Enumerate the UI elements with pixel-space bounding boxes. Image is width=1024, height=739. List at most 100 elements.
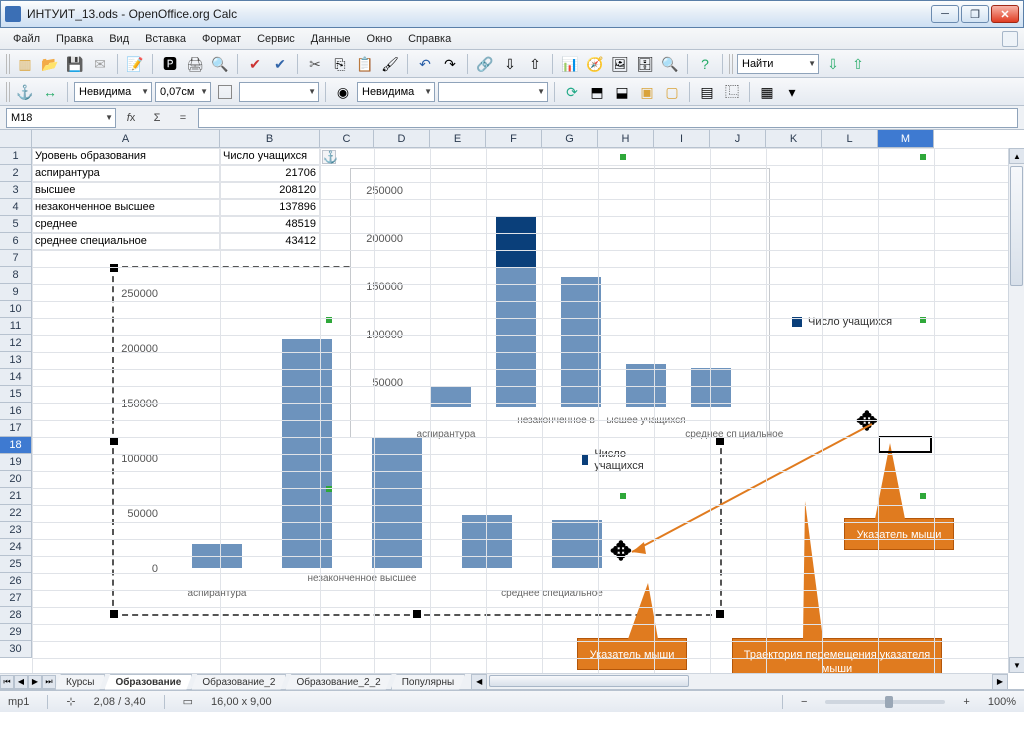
find-prev-button[interactable]: ⇧	[847, 53, 869, 75]
row-header-17[interactable]: 17	[0, 420, 32, 437]
print-preview-button[interactable]: 🔍	[209, 53, 231, 75]
menu-edit[interactable]: Правка	[49, 31, 100, 47]
zoom-in-button[interactable]: +	[963, 696, 969, 708]
cell[interactable]: 48519	[220, 216, 320, 233]
export-pdf-button[interactable]: 🅿	[159, 53, 181, 75]
toolbar-grip[interactable]	[6, 54, 11, 74]
zoom-out-button[interactable]: −	[801, 696, 807, 708]
col-header-E[interactable]: E	[430, 130, 486, 148]
format-paint-button[interactable]: 🖌	[379, 53, 401, 75]
fill-style-combo[interactable]: Невидима▼	[357, 82, 435, 102]
row-header-16[interactable]: 16	[0, 403, 32, 420]
cell[interactable]: Уровень образования	[32, 148, 220, 165]
cell[interactable]: 208120	[220, 182, 320, 199]
sheet-tab[interactable]: Образование_2	[191, 674, 286, 690]
row-header-7[interactable]: 7	[0, 250, 32, 267]
spellcheck-button[interactable]: ✔	[244, 53, 266, 75]
cell[interactable]: аспирантура	[32, 165, 220, 182]
new-button[interactable]: ▥	[14, 53, 36, 75]
hyperlink-button[interactable]: 🔗	[474, 53, 496, 75]
col-header-D[interactable]: D	[374, 130, 430, 148]
vertical-scrollbar[interactable]: ▲ ▼	[1008, 148, 1024, 673]
menu-file[interactable]: Файл	[6, 31, 47, 47]
menu-format[interactable]: Формат	[195, 31, 248, 47]
cell[interactable]: 43412	[220, 233, 320, 250]
find-combo[interactable]: Найти▼	[737, 54, 819, 74]
tab-next-button[interactable]: ▶	[28, 675, 42, 689]
row-header-3[interactable]: 3	[0, 182, 32, 199]
menu-window[interactable]: Окно	[360, 31, 400, 47]
hscroll-thumb[interactable]	[489, 675, 689, 687]
equals-button[interactable]: =	[172, 108, 194, 128]
edit-doc-button[interactable]: 📝	[124, 53, 146, 75]
navigator-button[interactable]: 🧭	[584, 53, 606, 75]
row-header-4[interactable]: 4	[0, 199, 32, 216]
sheet-tab-active[interactable]: Образование	[104, 674, 192, 690]
col-header-M[interactable]: M	[878, 130, 934, 148]
scroll-left-button[interactable]: ◀	[471, 674, 487, 690]
chart-button[interactable]: 📊	[559, 53, 581, 75]
window-minimize-button[interactable]	[931, 5, 959, 23]
autospell-button[interactable]: ✔	[269, 53, 291, 75]
col-header-L[interactable]: L	[822, 130, 878, 148]
line-color-combo[interactable]: ▼	[239, 82, 319, 102]
row-header-6[interactable]: 6	[0, 233, 32, 250]
align-button[interactable]: ▤	[696, 81, 718, 103]
redo-button[interactable]: ↷	[439, 53, 461, 75]
tab-last-button[interactable]: ⏭	[42, 675, 56, 689]
row-header-18[interactable]: 18	[0, 437, 32, 454]
gallery-button[interactable]: 🖼	[609, 53, 631, 75]
row-header-24[interactable]: 24	[0, 539, 32, 556]
row-header-1[interactable]: 1	[0, 148, 32, 165]
scroll-right-button[interactable]: ▶	[992, 674, 1008, 690]
row-header-29[interactable]: 29	[0, 624, 32, 641]
row-headers[interactable]: 1234567891011121314151617181920212223242…	[0, 148, 32, 673]
cell[interactable]: 137896	[220, 199, 320, 216]
zoom-thumb[interactable]	[885, 696, 893, 708]
sort-asc-button[interactable]: ⇩	[499, 53, 521, 75]
row-header-2[interactable]: 2	[0, 165, 32, 182]
row-header-9[interactable]: 9	[0, 284, 32, 301]
menu-tools[interactable]: Сервис	[250, 31, 302, 47]
vscroll-thumb[interactable]	[1010, 166, 1023, 286]
mail-button[interactable]: ✉	[89, 53, 111, 75]
foreground-button[interactable]: ▣	[636, 81, 658, 103]
formula-input[interactable]	[198, 108, 1018, 128]
row-header-23[interactable]: 23	[0, 522, 32, 539]
to-front-button[interactable]: ⬒	[586, 81, 608, 103]
arrange-button[interactable]: ↔	[39, 81, 61, 103]
insert-button[interactable]: ▦	[756, 81, 778, 103]
undo-button[interactable]: ↶	[414, 53, 436, 75]
datasources-button[interactable]: 🗄	[634, 53, 656, 75]
row-header-25[interactable]: 25	[0, 556, 32, 573]
sum-button[interactable]: Σ	[146, 108, 168, 128]
fill-button[interactable]: ◉	[332, 81, 354, 103]
col-header-K[interactable]: K	[766, 130, 822, 148]
row-header-27[interactable]: 27	[0, 590, 32, 607]
cell[interactable]: Число учащихся	[220, 148, 320, 165]
print-button[interactable]: 🖨	[184, 53, 206, 75]
row-header-14[interactable]: 14	[0, 369, 32, 386]
col-header-F[interactable]: F	[486, 130, 542, 148]
sort-desc-button[interactable]: ⇧	[524, 53, 546, 75]
line-width-combo[interactable]: 0,07см▼	[155, 82, 211, 102]
save-button[interactable]: 💾	[64, 53, 86, 75]
help-button[interactable]: ?	[694, 53, 716, 75]
paste-button[interactable]: 📋	[354, 53, 376, 75]
toolbar-grip-2[interactable]	[729, 54, 734, 74]
col-header-B[interactable]: B	[220, 130, 320, 148]
cut-button[interactable]: ✂	[304, 53, 326, 75]
row-header-13[interactable]: 13	[0, 352, 32, 369]
cells-area[interactable]: 0 50000 100000 150000 200000 250000 аспи…	[32, 148, 1008, 673]
cell[interactable]: незаконченное высшее	[32, 199, 220, 216]
sheet-tab[interactable]: Курсы	[55, 674, 105, 690]
zoom-button[interactable]: 🔍	[659, 53, 681, 75]
cell[interactable]: 21706	[220, 165, 320, 182]
col-header-I[interactable]: I	[654, 130, 710, 148]
row-header-30[interactable]: 30	[0, 641, 32, 658]
menu-data[interactable]: Данные	[304, 31, 358, 47]
sheet-tab[interactable]: Образование_2_2	[285, 674, 391, 690]
find-next-button[interactable]: ⇩	[822, 53, 844, 75]
open-button[interactable]: 📂	[39, 53, 61, 75]
select-all-corner[interactable]	[0, 130, 32, 148]
